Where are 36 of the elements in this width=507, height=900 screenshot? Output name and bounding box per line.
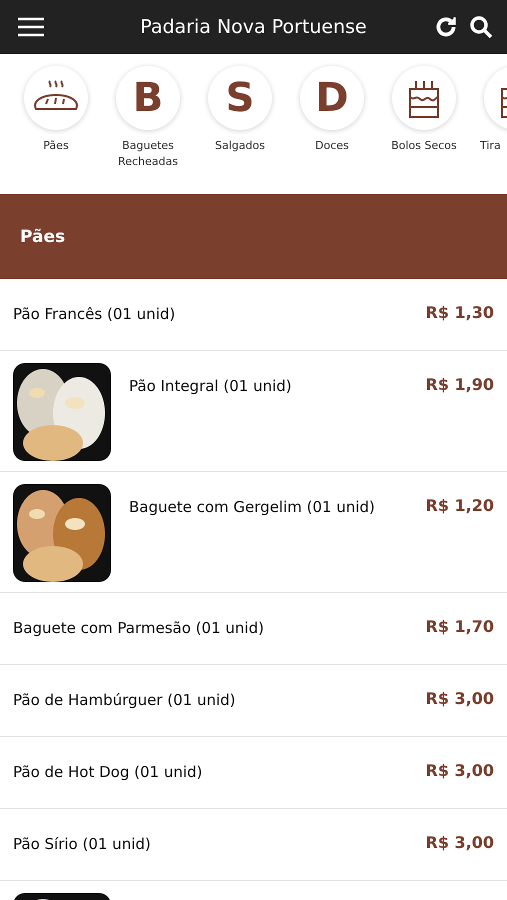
product-row[interactable]: Pão Francês (01 unid) R$ 1,30	[0, 279, 507, 351]
category-label: Doces	[315, 138, 349, 154]
section-title: Pães	[20, 226, 66, 246]
product-price: R$ 1,20	[426, 496, 494, 515]
menu-button[interactable]	[18, 17, 44, 37]
category-button[interactable]: B	[116, 66, 180, 130]
product-name: Pão Sírio (01 unid)	[13, 835, 152, 853]
product-name: Baguete com Gergelim (01 unid)	[129, 498, 376, 516]
product-price: R$ 1,30	[426, 303, 494, 322]
product-row[interactable]: Baguete com Gergelim (01 unid) R$ 1,20	[0, 472, 507, 593]
product-row[interactable]: Pão de Hambúrguer (01 unid) R$ 3,00	[0, 665, 507, 737]
category-button[interactable]: S	[208, 66, 272, 130]
product-row[interactable]: Pão Sírio (01 unid) R$ 3,00	[0, 809, 507, 881]
category-label: Tira	[480, 138, 501, 154]
app-title: Padaria Nova Portuense	[139, 16, 368, 38]
product-price: R$ 1,70	[426, 617, 494, 636]
category-label: Baguetes Recheadas	[117, 138, 179, 170]
product-price: R$ 3,00	[426, 761, 494, 780]
product-name: Pão Integral (01 unid)	[129, 377, 293, 395]
category-button[interactable]	[392, 66, 456, 130]
search-button[interactable]	[469, 15, 493, 39]
product-name: Pão de Hot Dog (01 unid)	[13, 763, 204, 781]
category-label: Salgados	[215, 138, 265, 154]
category-label: Bolos Secos	[391, 138, 457, 154]
category-label: Pães	[43, 138, 69, 154]
product-price: R$ 3,00	[426, 689, 494, 708]
category-button[interactable]: D	[300, 66, 364, 130]
product-name: Pão de Hambúrguer (01 unid)	[13, 691, 236, 709]
product-row[interactable]: Pão de Hot Dog (01 unid) R$ 3,00	[0, 737, 507, 809]
category-button[interactable]	[24, 66, 88, 130]
product-name: Pão Francês (01 unid)	[13, 305, 176, 323]
product-price: R$ 1,90	[426, 375, 494, 394]
product-row[interactable]: Pão Integral (01 unid) R$ 1,90	[0, 351, 507, 472]
product-price: R$ 3,00	[426, 833, 494, 852]
product-name: Baguete com Parmesão (01 unid)	[13, 619, 265, 637]
product-row[interactable]: Baguete com Parmesão (01 unid) R$ 1,70	[0, 593, 507, 665]
